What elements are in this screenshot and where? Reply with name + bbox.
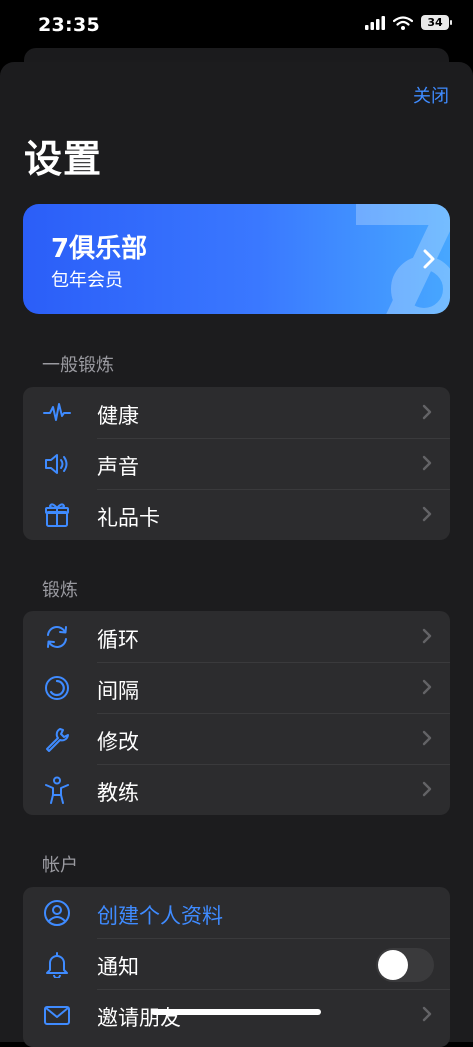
mail-icon [44, 1006, 70, 1025]
wrench-icon [46, 728, 69, 752]
settings-row-label: 创建个人资料 [97, 904, 223, 928]
settings-row-coach[interactable]: 教练 [23, 764, 450, 815]
status-bar: 23:35 34 [0, 0, 473, 50]
chevron-right-icon [422, 679, 432, 695]
settings-row-label: 邀请朋友 [97, 1006, 181, 1030]
chevron-right-icon [422, 781, 432, 797]
close-button[interactable]: 关闭 [413, 82, 449, 108]
settings-row-label: 健康 [97, 404, 139, 428]
settings-row-health[interactable]: 健康 [23, 387, 450, 438]
coach-icon [45, 776, 69, 804]
status-icons: 34 [365, 15, 452, 30]
workout-settings-group: 循环 间隔 修改 教练 [23, 611, 450, 815]
profile-icon [44, 900, 70, 926]
settings-row-label: 通知 [97, 955, 139, 979]
chevron-right-icon [423, 249, 435, 269]
settings-row-create-profile[interactable]: 创建个人资料 [23, 887, 450, 938]
chevron-right-icon [422, 506, 432, 522]
wifi-icon [393, 15, 413, 30]
settings-row-label: 声音 [97, 455, 139, 479]
status-time: 23:35 [38, 14, 100, 36]
settings-row-sound[interactable]: 声音 [23, 438, 450, 489]
settings-row-notifications: 通知 [23, 938, 450, 989]
battery-level: 34 [427, 16, 443, 29]
settings-row-label: 修改 [97, 730, 139, 754]
cycle-icon [47, 626, 67, 648]
chevron-right-icon [422, 730, 432, 746]
chevron-right-icon [422, 404, 432, 420]
chevron-right-icon [422, 1006, 432, 1022]
settings-row-cycle[interactable]: 循环 [23, 611, 450, 662]
notifications-toggle[interactable] [376, 948, 434, 982]
settings-row-label: 循环 [97, 628, 139, 652]
toggle-knob [378, 950, 408, 980]
settings-row-modify[interactable]: 修改 [23, 713, 450, 764]
battery-icon: 34 [421, 15, 452, 30]
page-title: 设置 [24, 137, 103, 181]
section-label-general: 一般锻炼 [42, 355, 114, 376]
section-label-account: 帐户 [42, 855, 78, 876]
account-settings-group: 创建个人资料 通知 邀请朋友 [23, 887, 450, 1047]
interval-icon [45, 676, 69, 700]
settings-row-label: 间隔 [97, 679, 139, 703]
bell-icon [46, 952, 68, 978]
chevron-right-icon [422, 455, 432, 471]
club-card[interactable]: 7俱乐部 包年会员 [23, 204, 450, 314]
section-label-workout: 锻炼 [42, 580, 78, 601]
settings-row-label: 教练 [97, 781, 139, 805]
settings-row-label: 礼品卡 [97, 506, 160, 530]
chevron-right-icon [422, 628, 432, 644]
cellular-signal-icon [365, 15, 385, 30]
general-settings-group: 健康 声音 礼品卡 [23, 387, 450, 540]
heartbeat-icon [43, 403, 71, 421]
settings-row-gift-card[interactable]: 礼品卡 [23, 489, 450, 540]
home-indicator[interactable] [151, 1009, 321, 1015]
settings-row-interval[interactable]: 间隔 [23, 662, 450, 713]
club-title: 7俱乐部 [51, 234, 148, 264]
club-subtitle: 包年会员 [51, 270, 123, 291]
speaker-icon [45, 454, 68, 474]
gift-icon [45, 503, 69, 527]
